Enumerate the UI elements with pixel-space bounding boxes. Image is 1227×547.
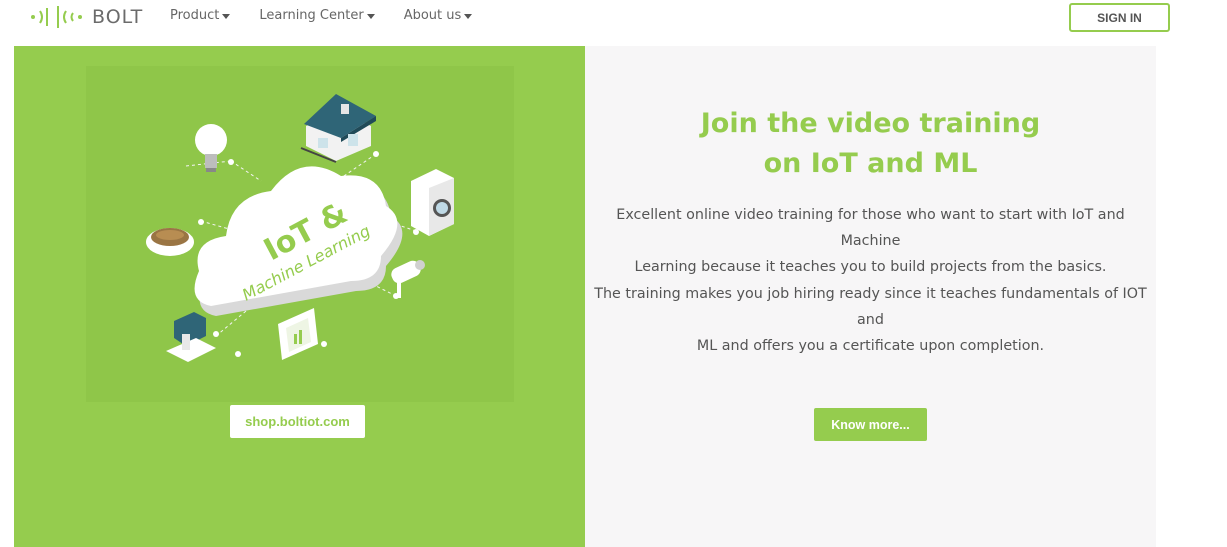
pet-bowl-icon	[146, 228, 194, 256]
nav-learning-center[interactable]: Learning Center	[259, 8, 375, 23]
shop-link-button[interactable]: shop.boltiot.com	[230, 405, 365, 438]
iot-illustration: IoT & Machine Learning	[86, 66, 514, 402]
caret-down-icon	[464, 13, 473, 19]
nav-product-label: Product	[170, 8, 220, 23]
nav-learning-center-label: Learning Center	[259, 8, 364, 23]
caret-down-icon	[222, 13, 231, 19]
nav-about-us[interactable]: About us	[404, 8, 473, 23]
benefits-line-2: ML and offers you a certificate upon com…	[696, 338, 1045, 354]
logo-text: BOLT	[92, 6, 144, 28]
sign-in-button[interactable]: SIGN IN	[1069, 3, 1170, 32]
headline-line-2: on IoT and ML	[763, 148, 978, 179]
training-panel: Join the video training on IoT and ML Ex…	[585, 46, 1156, 547]
training-description: Excellent online video training for thos…	[585, 202, 1156, 280]
bolt-logo[interactable]: BOLT	[30, 4, 143, 30]
main-nav: Product Learning Center About us	[170, 8, 473, 23]
description-line-2: Learning because it teaches you to build…	[634, 259, 1107, 275]
know-more-button[interactable]: Know more...	[814, 408, 927, 441]
promo-panel: IoT & Machine Learning shop.boltiot.com	[14, 46, 585, 547]
headline-line-1: Join the video training	[700, 108, 1041, 139]
signal-waves-icon	[31, 6, 82, 28]
training-headline: Join the video training on IoT and ML	[585, 104, 1156, 184]
benefits-line-1: The training makes you job hiring ready …	[594, 286, 1147, 328]
nav-about-us-label: About us	[403, 8, 462, 23]
caret-down-icon	[366, 13, 375, 19]
top-navbar: BOLT Product Learning Center About us SI…	[0, 0, 1227, 44]
description-line-1: Excellent online video training for thos…	[616, 207, 1125, 249]
nav-product[interactable]: Product	[170, 8, 231, 23]
washing-machine-icon	[411, 169, 454, 236]
training-benefits: The training makes you job hiring ready …	[585, 281, 1156, 359]
